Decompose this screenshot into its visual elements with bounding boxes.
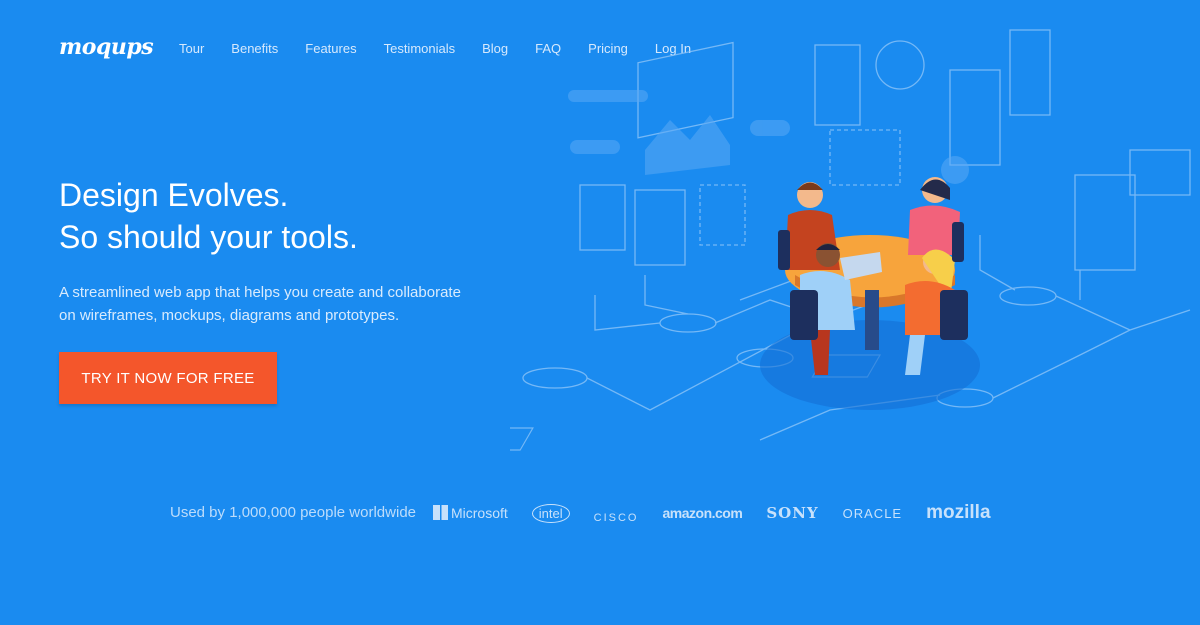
nav-testimonials[interactable]: Testimonials <box>384 41 456 56</box>
moqups-logo[interactable]: moqups <box>59 34 154 60</box>
title-line-2: So should your tools. <box>59 219 358 255</box>
windows-icon <box>433 505 448 520</box>
intel-logo: intel <box>531 503 570 523</box>
cisco-logo: CISCO <box>593 512 639 524</box>
social-proof-text: Used by 1,000,000 people worldwide <box>170 504 416 521</box>
sony-logo: SONY <box>766 504 819 522</box>
nav-benefits[interactable]: Benefits <box>231 41 278 56</box>
microsoft-logo: Microsoft <box>433 505 508 521</box>
hero-title: Design Evolves. So should your tools. <box>59 174 358 258</box>
nav-blog[interactable]: Blog <box>482 41 508 56</box>
try-free-button[interactable]: TRY IT NOW FOR FREE <box>59 352 277 404</box>
mozilla-logo: mozilla <box>926 502 991 523</box>
microsoft-text: Microsoft <box>451 505 508 521</box>
amazon-logo: amazon.com <box>662 505 743 521</box>
title-line-1: Design Evolves. <box>59 177 289 213</box>
hero-subtitle: A streamlined web app that helps you cre… <box>59 284 461 324</box>
client-logos: Microsoft intel CISCO amazon.com SONY OR… <box>433 500 991 526</box>
nav-features[interactable]: Features <box>305 41 356 56</box>
oracle-logo: ORACLE <box>842 505 903 521</box>
team-collaboration-illustration <box>510 29 1191 451</box>
nav-tour[interactable]: Tour <box>179 41 204 56</box>
